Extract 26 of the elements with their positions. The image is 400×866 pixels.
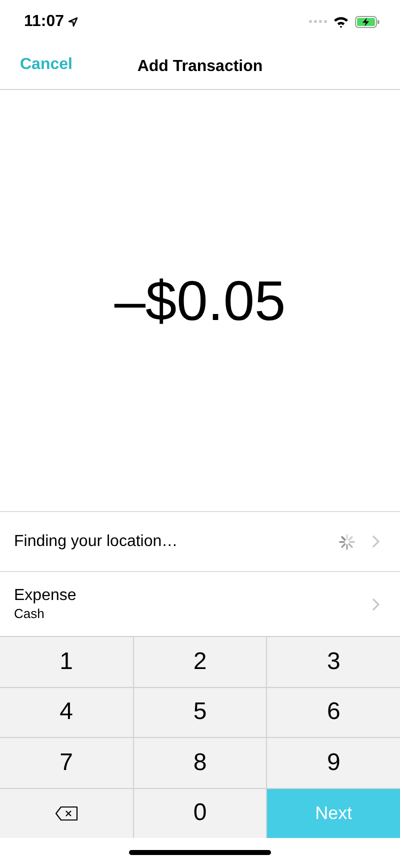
amount-display: –$0.05 (114, 268, 286, 333)
digit-key[interactable]: 6 (267, 688, 400, 737)
row-label: Finding your location… (14, 532, 178, 550)
chevron-right-icon (372, 535, 380, 548)
chevron-right-icon (372, 598, 380, 610)
screen-title: Add Transaction (137, 58, 263, 76)
digit-key[interactable]: 0 (134, 788, 266, 838)
battery-charging-icon (355, 16, 380, 28)
digit-key[interactable]: 9 (267, 738, 400, 788)
digit-key[interactable]: 2 (134, 637, 266, 686)
digit-key[interactable]: 4 (0, 688, 133, 737)
digit-key[interactable]: 1 (0, 637, 133, 686)
digit-key[interactable]: 7 (0, 738, 133, 788)
delete-key[interactable] (0, 788, 133, 838)
location-arrow-icon (68, 17, 78, 27)
backspace-icon (54, 806, 78, 821)
digit-key[interactable]: 8 (134, 738, 266, 788)
account-row[interactable]: Expense Cash (0, 572, 400, 636)
signal-icon (309, 20, 327, 24)
row-detail: Cash (14, 606, 46, 621)
digit-key[interactable]: 5 (134, 688, 266, 737)
status-time: 11:07 (24, 13, 64, 31)
location-row[interactable]: Finding your location… (0, 512, 400, 572)
row-label: Expense (14, 587, 76, 605)
wifi-icon (333, 16, 349, 28)
digit-key[interactable]: 3 (267, 637, 400, 686)
